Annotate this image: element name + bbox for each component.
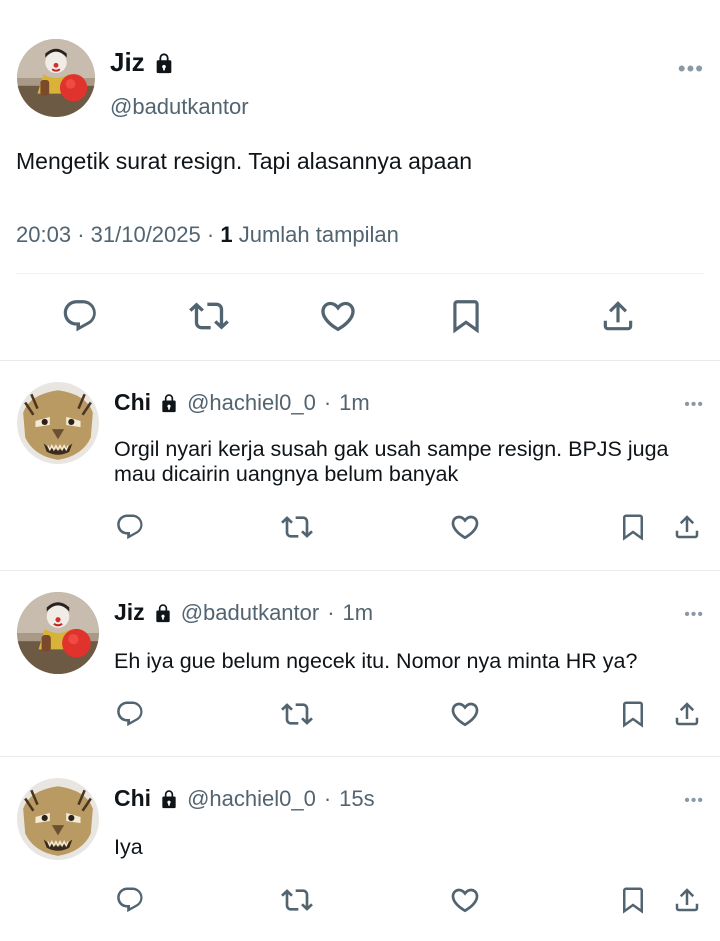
reply-text: Iya [114,835,143,859]
avatar[interactable] [17,592,99,674]
reply-age[interactable]: 1m [343,600,374,626]
avatar[interactable] [17,382,99,464]
author-name[interactable]: Jiz [110,47,145,78]
author-name[interactable]: Chi [114,785,151,812]
like-icon[interactable] [449,511,481,543]
more-options-icon[interactable]: ••• [684,793,704,809]
reply-header: Chi @hachiel0_0 · 1m [114,389,370,416]
bookmark-icon[interactable] [617,698,649,730]
reply-text: Orgil nyari kerja susah gak usah sampe r… [114,437,669,486]
post-actions [0,296,720,340]
tiger-avatar-icon [17,778,99,860]
author-handle[interactable]: @badutkantor [110,94,249,120]
lock-icon [153,51,175,75]
post-text: Mengetik surat resign. Tapi alasannya ap… [16,148,473,174]
avatar[interactable] [17,778,99,860]
reply-age[interactable]: 1m [339,390,370,416]
retweet-icon[interactable] [281,698,313,730]
views-label[interactable]: Jumlah tampilan [239,222,399,247]
share-icon[interactable] [671,884,703,916]
author-name-row: Jiz [110,47,175,78]
reply-post[interactable]: Chi @hachiel0_0 · 15s ••• Iya [0,757,720,941]
author-handle[interactable]: @hachiel0_0 [187,786,316,812]
reply-icon[interactable] [114,511,146,543]
more-options-icon[interactable]: ••• [678,58,704,80]
tiger-avatar-icon [17,382,99,464]
retweet-icon[interactable] [189,296,229,336]
more-options-icon[interactable]: ••• [684,397,704,413]
more-options-icon[interactable]: ••• [684,607,704,623]
author-handle[interactable]: @hachiel0_0 [187,390,316,416]
main-post: Jiz @badutkantor ••• Mengetik surat resi… [0,0,720,360]
share-icon[interactable] [598,296,638,336]
post-time[interactable]: 20:03 [16,222,71,247]
share-icon[interactable] [671,698,703,730]
avatar[interactable] [17,39,95,117]
reply-icon[interactable] [114,698,146,730]
reply-post[interactable]: Jiz @badutkantor · 1m ••• Eh iya gue bel… [0,571,720,756]
bookmark-icon[interactable] [617,884,649,916]
post-meta: 20:03 · 31/10/2025 · 1 Jumlah tampilan [16,222,399,247]
bookmark-icon[interactable] [617,511,649,543]
lock-icon [159,788,179,810]
reply-icon[interactable] [60,296,100,336]
bookmark-icon[interactable] [446,296,486,336]
reply-post[interactable]: Chi @hachiel0_0 · 1m ••• Orgil nyari ker… [0,361,720,570]
like-icon[interactable] [449,698,481,730]
clown-avatar-icon [17,592,99,674]
reply-header: Chi @hachiel0_0 · 15s [114,785,375,812]
lock-icon [153,602,173,624]
post-date[interactable]: 31/10/2025 [91,222,201,247]
lock-icon [159,392,179,414]
reply-age[interactable]: 15s [339,786,374,812]
retweet-icon[interactable] [281,511,313,543]
share-icon[interactable] [671,511,703,543]
author-name[interactable]: Chi [114,389,151,416]
reply-icon[interactable] [114,884,146,916]
divider [16,273,704,274]
retweet-icon[interactable] [281,884,313,916]
reply-header: Jiz @badutkantor · 1m [114,599,374,626]
clown-avatar-icon [17,39,95,117]
reply-text: Eh iya gue belum ngecek itu. Nomor nya m… [114,649,638,673]
author-name[interactable]: Jiz [114,599,145,626]
like-icon[interactable] [318,296,358,336]
author-handle[interactable]: @badutkantor [181,600,320,626]
views-count: 1 [220,222,233,247]
like-icon[interactable] [449,884,481,916]
